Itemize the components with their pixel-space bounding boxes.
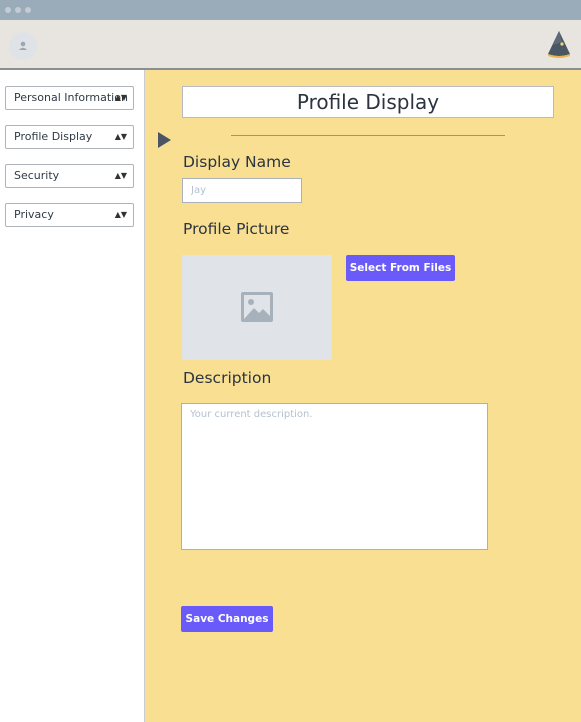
select-arrows-icon: ▲▼ [114, 93, 127, 102]
sidebar-item-personal-information[interactable]: Personal Information ▲▼ [5, 86, 134, 110]
sidebar-item-security[interactable]: Security ▲▼ [5, 164, 134, 188]
sidebar: Personal Information ▲▼ Profile Display … [0, 70, 145, 722]
profile-picture-preview [182, 255, 332, 360]
sidebar-item-label: Security [14, 169, 60, 182]
description-textarea[interactable] [181, 403, 488, 550]
sidebar-item-privacy[interactable]: Privacy ▲▼ [5, 203, 134, 227]
select-arrows-icon: ▲▼ [114, 132, 127, 141]
sidebar-item-label: Privacy [14, 208, 54, 221]
description-label: Description [183, 369, 272, 387]
collapse-caret-icon[interactable] [158, 132, 171, 148]
select-arrows-icon: ▲▼ [114, 210, 127, 219]
display-name-label: Display Name [183, 153, 291, 171]
window-minimize-dot[interactable] [15, 7, 21, 13]
window-titlebar [0, 0, 581, 20]
save-changes-button[interactable]: Save Changes [181, 606, 273, 632]
display-name-input[interactable] [182, 178, 302, 203]
wizard-hat-icon[interactable] [546, 30, 572, 58]
select-arrows-icon: ▲▼ [114, 171, 127, 180]
window-close-dot[interactable] [5, 7, 11, 13]
sidebar-item-label: Personal Information [14, 91, 128, 104]
sidebar-item-profile-display[interactable]: Profile Display ▲▼ [5, 125, 134, 149]
main-panel: Profile Display Display Name Profile Pic… [145, 70, 581, 722]
window-maximize-dot[interactable] [25, 7, 31, 13]
image-icon [241, 292, 273, 322]
page-title: Profile Display [182, 86, 554, 118]
user-icon [19, 41, 27, 50]
select-from-files-button[interactable]: Select From Files [346, 255, 455, 281]
app-header [0, 20, 581, 70]
profile-picture-label: Profile Picture [183, 220, 290, 238]
avatar[interactable] [9, 32, 37, 60]
title-divider [231, 135, 505, 136]
sidebar-item-label: Profile Display [14, 130, 93, 143]
